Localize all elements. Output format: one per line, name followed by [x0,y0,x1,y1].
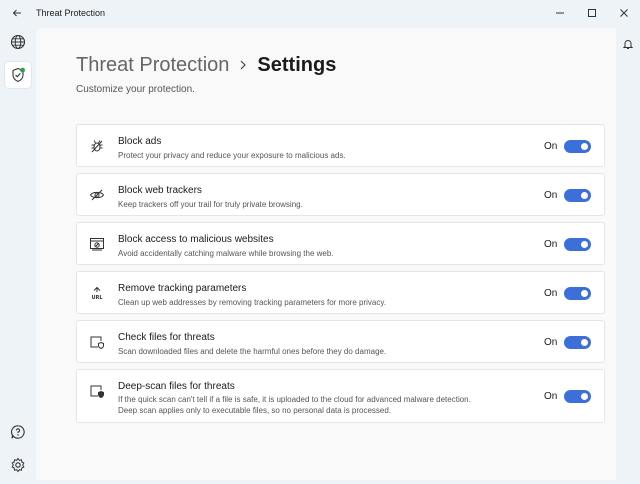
setting-description: Protect your privacy and reduce your exp… [118,151,346,160]
page-title: Settings [257,53,337,76]
back-arrow-icon[interactable] [4,0,30,26]
block-web-trackers-toggle[interactable] [564,189,591,202]
close-icon[interactable] [608,0,640,26]
setting-title: Deep-scan files for threats [118,381,235,392]
chevron-right-icon [239,60,247,70]
sidebar [0,26,34,484]
setting-state-label: On [544,288,558,299]
setting-state-label: On [544,141,558,152]
setting-state-label: On [544,239,558,250]
setting-title: Block web trackers [118,185,202,196]
globe-icon[interactable] [5,29,31,55]
title-bar: Threat Protection [0,0,640,26]
main-content: Threat Protection Settings Customize you… [36,28,616,480]
bell-icon[interactable] [620,36,636,52]
setting-card-check-files: Check files for threats Scan downloaded … [76,320,605,363]
setting-title: Block access to malicious websites [118,234,274,245]
remove-tracking-parameters-toggle[interactable] [564,287,591,300]
setting-title: Check files for threats [118,332,215,343]
setting-state-label: On [544,190,558,201]
setting-card-block-web-trackers: Block web trackers Keep trackers off you… [76,173,605,216]
file-shield-icon [88,333,106,351]
deep-scan-toggle[interactable] [564,390,591,403]
setting-card-block-malicious-websites: Block access to malicious websites Avoid… [76,222,605,265]
window-controls [544,0,640,26]
setting-description: Scan downloaded files and delete the har… [118,347,387,356]
setting-description-line-1: If the quick scan can't tell if a file i… [118,395,471,404]
file-deep-scan-icon [88,382,106,400]
settings-gear-icon[interactable] [5,452,31,478]
setting-description-line-2: Deep scan applies only to executable fil… [118,406,392,415]
setting-description: Clean up web addresses by removing track… [118,298,386,307]
browser-block-icon [88,235,106,253]
block-ads-toggle[interactable] [564,140,591,153]
setting-state-label: On [544,337,558,348]
setting-title: Remove tracking parameters [118,283,247,294]
bug-block-icon [88,137,106,155]
setting-state-label: On [544,391,558,402]
setting-title: Block ads [118,136,162,147]
url-clean-icon: URL [88,284,106,302]
setting-description: Avoid accidentally catching malware whil… [118,249,334,258]
shield-check-icon[interactable] [5,62,31,88]
setting-description: Keep trackers off your trail for truly p… [118,200,303,209]
check-files-toggle[interactable] [564,336,591,349]
eye-slash-icon [88,186,106,204]
breadcrumb-parent[interactable]: Threat Protection [76,54,229,77]
breadcrumb: Threat Protection Settings [76,50,336,80]
setting-card-remove-tracking-parameters: URL Remove tracking parameters Clean up … [76,271,605,314]
window-title: Threat Protection [36,8,106,18]
minimize-icon[interactable] [544,0,576,26]
page-subtitle: Customize your protection. [76,84,195,95]
setting-card-block-ads: Block ads Protect your privacy and reduc… [76,124,605,167]
block-malicious-websites-toggle[interactable] [564,238,591,251]
setting-card-deep-scan: Deep-scan files for threats If the quick… [76,369,605,423]
help-icon[interactable] [5,419,31,445]
maximize-icon[interactable] [576,0,608,26]
svg-text:URL: URL [91,295,103,301]
